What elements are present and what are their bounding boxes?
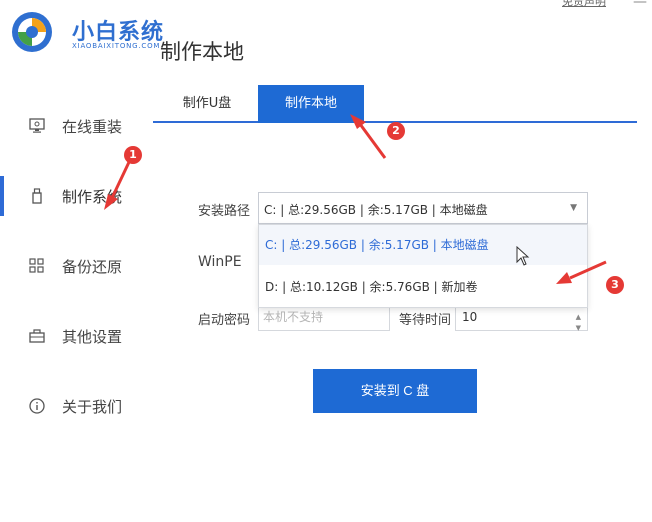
install-button[interactable]: 安装到 C 盘 bbox=[313, 369, 477, 413]
tab-bar: 制作U盘 制作本地 bbox=[153, 85, 637, 123]
annotation-badge-1: 1 bbox=[124, 146, 142, 164]
sidebar-item-other-settings[interactable]: 其他设置 bbox=[0, 308, 150, 364]
wait-time-value: 10 bbox=[462, 310, 478, 324]
logo-icon bbox=[12, 12, 52, 52]
spin-down-icon[interactable]: ▼ bbox=[576, 316, 581, 340]
grid-icon bbox=[29, 258, 44, 273]
sidebar-item-label: 制作系统 bbox=[62, 187, 123, 206]
app-window: 小白系统 XIAOBAIXITONG.COM 制作本地 免责声明 — 在线重装 … bbox=[0, 0, 652, 522]
sidebar-item-online-reinstall[interactable]: 在线重装 bbox=[0, 98, 150, 154]
cursor-icon bbox=[516, 246, 530, 266]
tab-make-usb[interactable]: 制作U盘 bbox=[163, 85, 251, 123]
winpe-label: WinPE bbox=[198, 254, 242, 270]
annotation-badge-2: 2 bbox=[387, 122, 405, 140]
sidebar-item-label: 在线重装 bbox=[62, 117, 123, 136]
sidebar-item-make-system[interactable]: 制作系统 bbox=[0, 168, 150, 224]
install-path-value: C: | 总:29.56GB | 余:5.17GB | 本地磁盘 bbox=[264, 203, 488, 217]
wait-time-label: 等待时间 bbox=[399, 313, 452, 328]
brand-url: XIAOBAIXITONG.COM bbox=[72, 42, 161, 50]
tab-make-local[interactable]: 制作本地 bbox=[258, 85, 364, 123]
sidebar-item-about-us[interactable]: 关于我们 bbox=[0, 378, 150, 434]
sidebar-item-label: 关于我们 bbox=[62, 397, 123, 416]
install-path-dropdown: C: | 总:29.56GB | 余:5.17GB | 本地磁盘 D: | 总:… bbox=[258, 224, 588, 308]
page-title: 制作本地 bbox=[160, 40, 244, 64]
sidebar-item-label: 备份还原 bbox=[62, 257, 123, 276]
disclaimer-link[interactable]: 免责声明 bbox=[562, 0, 606, 9]
sidebar-item-backup-restore[interactable]: 备份还原 bbox=[0, 238, 150, 294]
dropdown-option-d[interactable]: D: | 总:10.12GB | 余:5.76GB | 新加卷 bbox=[259, 267, 587, 307]
annotation-badge-3: 3 bbox=[606, 276, 624, 294]
install-path-select[interactable]: C: | 总:29.56GB | 余:5.17GB | 本地磁盘 ▼ bbox=[258, 192, 588, 224]
boot-password-input[interactable]: 本机不支持 bbox=[258, 305, 390, 331]
minimize-button[interactable]: — bbox=[633, 0, 647, 10]
dropdown-option-c[interactable]: C: | 总:29.56GB | 余:5.17GB | 本地磁盘 bbox=[259, 225, 587, 265]
boot-password-label: 启动密码 bbox=[198, 313, 251, 328]
install-path-label: 安装路径 bbox=[198, 204, 251, 219]
monitor-icon bbox=[29, 118, 45, 133]
info-icon bbox=[29, 398, 45, 414]
sidebar-item-label: 其他设置 bbox=[62, 327, 123, 346]
chevron-down-icon: ▼ bbox=[570, 203, 577, 213]
wait-time-stepper[interactable]: 10 ▲ ▼ bbox=[455, 305, 588, 332]
briefcase-icon bbox=[29, 329, 45, 343]
usb-icon bbox=[32, 188, 42, 204]
